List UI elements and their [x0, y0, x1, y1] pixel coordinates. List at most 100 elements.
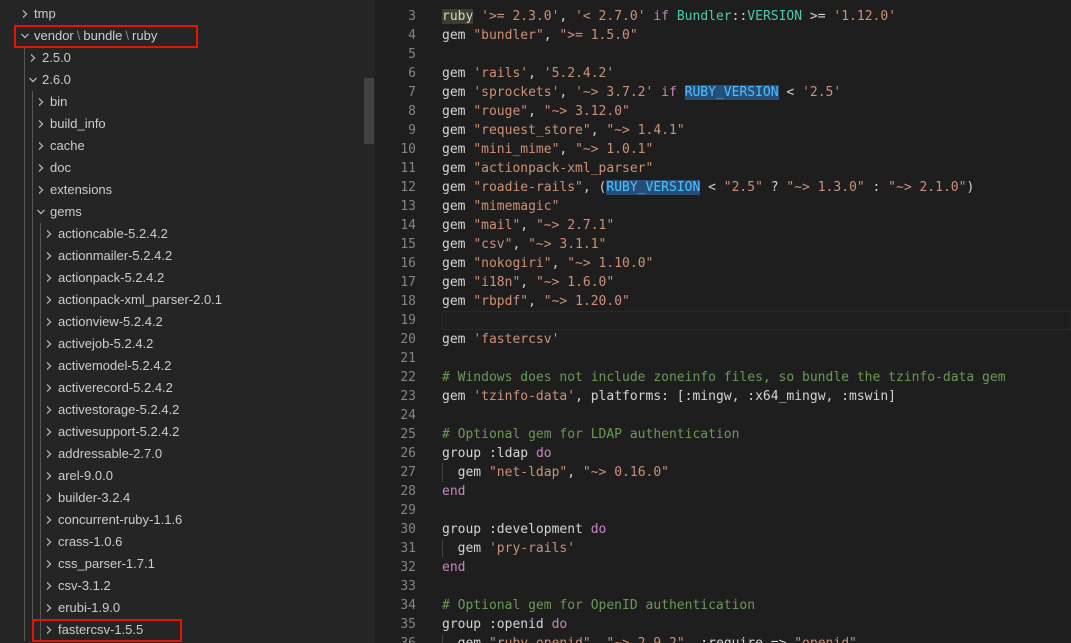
chevron-right-icon[interactable]: [40, 575, 56, 597]
code-line[interactable]: 10 gem "mini_mime", "~> 1.0.1": [375, 140, 1071, 159]
code-line[interactable]: 33: [375, 577, 1071, 596]
tree-item[interactable]: arel-9.0.0: [0, 465, 364, 487]
tree-item[interactable]: actionview-5.2.4.2: [0, 311, 364, 333]
tree-item[interactable]: activerecord-5.2.4.2: [0, 377, 364, 399]
chevron-right-icon[interactable]: [40, 399, 56, 421]
code-editor[interactable]: 3 ruby '>= 2.3.0', '< 2.7.0' if Bundler::…: [375, 0, 1071, 643]
code-line[interactable]: 7 gem 'sprockets', '~> 3.7.2' if RUBY_VER…: [375, 83, 1071, 102]
chevron-right-icon[interactable]: [40, 377, 56, 399]
code-line[interactable]: 25 # Optional gem for LDAP authentication: [375, 425, 1071, 444]
code-line[interactable]: 8 gem "rouge", "~> 3.12.0": [375, 102, 1071, 121]
chevron-right-icon[interactable]: [40, 333, 56, 355]
code-token: ,: [551, 256, 568, 271]
code-text: gem "actionpack-xml_parser": [442, 159, 653, 178]
tree-item[interactable]: activemodel-5.2.4.2: [0, 355, 364, 377]
tree-item[interactable]: tmp: [0, 3, 364, 25]
tree-item[interactable]: gems: [0, 201, 364, 223]
code-line[interactable]: 36 gem "ruby-openid", "~> 2.9.2", :requi…: [375, 634, 1071, 643]
tree-item-label: extensions: [50, 182, 113, 197]
chevron-right-icon[interactable]: [40, 223, 56, 245]
chevron-right-icon[interactable]: [40, 487, 56, 509]
chevron-right-icon[interactable]: [40, 509, 56, 531]
code-line[interactable]: 35 group :openid do: [375, 615, 1071, 634]
code-token: ,: [512, 237, 529, 252]
code-line[interactable]: 9 gem "request_store", "~> 1.4.1": [375, 121, 1071, 140]
code-line[interactable]: 31 gem 'pry-rails': [375, 539, 1071, 558]
chevron-down-icon[interactable]: [32, 201, 48, 223]
code-line[interactable]: 24: [375, 406, 1071, 425]
tree-item[interactable]: actionmailer-5.2.4.2: [0, 245, 364, 267]
tree-item[interactable]: actionpack-xml_parser-2.0.1: [0, 289, 364, 311]
chevron-right-icon[interactable]: [40, 597, 56, 619]
tree-item[interactable]: erubi-1.9.0: [0, 597, 364, 619]
tree-item[interactable]: 2.6.0: [0, 69, 364, 91]
tree-item[interactable]: extensions: [0, 179, 364, 201]
chevron-right-icon[interactable]: [24, 47, 40, 69]
explorer-scrollbar[interactable]: [364, 78, 374, 144]
code-line[interactable]: 13 gem "mimemagic": [375, 197, 1071, 216]
code-line[interactable]: 30 group :development do: [375, 520, 1071, 539]
code-line[interactable]: 19: [375, 311, 1071, 330]
tree-item[interactable]: cache: [0, 135, 364, 157]
tree-item[interactable]: concurrent-ruby-1.1.6: [0, 509, 364, 531]
tree-item[interactable]: css_parser-1.7.1: [0, 553, 364, 575]
code-line[interactable]: 4 gem "bundler", ">= 1.5.0": [375, 26, 1071, 45]
code-line[interactable]: 15 gem "csv", "~> 3.1.1": [375, 235, 1071, 254]
chevron-right-icon[interactable]: [40, 311, 56, 333]
chevron-right-icon[interactable]: [40, 553, 56, 575]
chevron-right-icon[interactable]: [32, 113, 48, 135]
tree-item[interactable]: bin: [0, 91, 364, 113]
code-line[interactable]: 3 ruby '>= 2.3.0', '< 2.7.0' if Bundler::…: [375, 7, 1071, 26]
tree-item[interactable]: activesupport-5.2.4.2: [0, 421, 364, 443]
code-line[interactable]: 34 # Optional gem for OpenID authenticati…: [375, 596, 1071, 615]
tree-item[interactable]: 2.5.0: [0, 47, 364, 69]
chevron-right-icon[interactable]: [16, 3, 32, 25]
chevron-right-icon[interactable]: [32, 91, 48, 113]
chevron-down-icon[interactable]: [24, 69, 40, 91]
code-line[interactable]: 17 gem "i18n", "~> 1.6.0": [375, 273, 1071, 292]
code-line[interactable]: 20 gem 'fastercsv': [375, 330, 1071, 349]
code-line[interactable]: 12 gem "roadie-rails", (RUBY_VERSION < "2…: [375, 178, 1071, 197]
code-line[interactable]: 22 # Windows does not include zoneinfo fi…: [375, 368, 1071, 387]
code-line[interactable]: 23 gem 'tzinfo-data', platforms: [:mingw,…: [375, 387, 1071, 406]
code-token: # Optional gem for LDAP authentication: [442, 427, 740, 442]
code-line[interactable]: 14 gem "mail", "~> 2.7.1": [375, 216, 1071, 235]
code-line[interactable]: 16 gem "nokogiri", "~> 1.10.0": [375, 254, 1071, 273]
chevron-right-icon[interactable]: [40, 531, 56, 553]
tree-item[interactable]: actionpack-5.2.4.2: [0, 267, 364, 289]
tree-item[interactable]: doc: [0, 157, 364, 179]
code-line[interactable]: 26 group :ldap do: [375, 444, 1071, 463]
code-token: RUBY_VERSION: [606, 180, 701, 195]
chevron-right-icon[interactable]: [40, 267, 56, 289]
tree-item[interactable]: activejob-5.2.4.2: [0, 333, 364, 355]
code-line[interactable]: 29: [375, 501, 1071, 520]
chevron-right-icon[interactable]: [40, 443, 56, 465]
tree-item-label: activerecord-5.2.4.2: [58, 380, 173, 395]
code-line[interactable]: 32 end: [375, 558, 1071, 577]
chevron-right-icon[interactable]: [40, 245, 56, 267]
code-line[interactable]: 28 end: [375, 482, 1071, 501]
tree-item[interactable]: builder-3.2.4: [0, 487, 364, 509]
chevron-right-icon[interactable]: [40, 289, 56, 311]
code-line[interactable]: 6 gem 'rails', '5.2.4.2': [375, 64, 1071, 83]
chevron-right-icon[interactable]: [40, 355, 56, 377]
tree-item[interactable]: crass-1.0.6: [0, 531, 364, 553]
code-line[interactable]: 27 gem "net-ldap", "~> 0.16.0": [375, 463, 1071, 482]
chevron-right-icon[interactable]: [40, 465, 56, 487]
code-line[interactable]: 21: [375, 349, 1071, 368]
tree-item[interactable]: activestorage-5.2.4.2: [0, 399, 364, 421]
code-token: '~> 3.7.2': [575, 85, 654, 100]
tree-item[interactable]: csv-3.1.2: [0, 575, 364, 597]
chevron-right-icon[interactable]: [32, 179, 48, 201]
code-text: gem 'pry-rails': [442, 539, 575, 558]
code-line[interactable]: 11 gem "actionpack-xml_parser": [375, 159, 1071, 178]
chevron-right-icon[interactable]: [32, 135, 48, 157]
code-line[interactable]: 5: [375, 45, 1071, 64]
tree-item[interactable]: actioncable-5.2.4.2: [0, 223, 364, 245]
code-token: :mswin: [841, 389, 889, 404]
chevron-right-icon[interactable]: [40, 421, 56, 443]
tree-item[interactable]: build_info: [0, 113, 364, 135]
code-line[interactable]: 18 gem "rbpdf", "~> 1.20.0": [375, 292, 1071, 311]
chevron-right-icon[interactable]: [32, 157, 48, 179]
tree-item[interactable]: addressable-2.7.0: [0, 443, 364, 465]
